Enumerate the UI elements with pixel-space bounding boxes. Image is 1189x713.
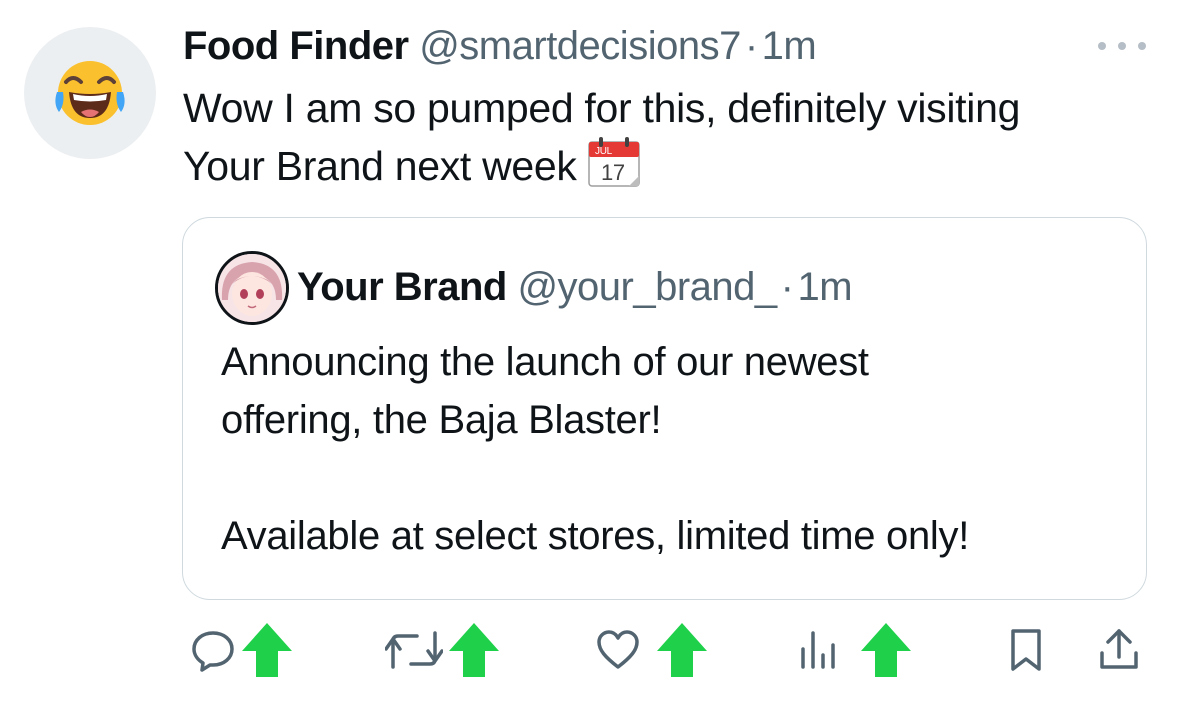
author-name[interactable]: Food Finder	[183, 24, 409, 68]
quote-text-line: Available at select stores, limited time…	[221, 514, 970, 558]
quote-text: Announcing the launch of our newest offe…	[221, 333, 1121, 565]
views-button[interactable]	[795, 620, 913, 680]
views-icon	[801, 631, 835, 669]
share-button[interactable]	[1096, 620, 1142, 680]
quoted-tweet-card[interactable]: Your Brand @your_brand_ · 1m Announcing th…	[182, 217, 1147, 600]
tweet-text-line: Your Brand next week	[183, 143, 577, 189]
like-button[interactable]	[595, 620, 709, 680]
more-dot-icon	[1098, 42, 1106, 50]
heart-icon	[597, 630, 639, 669]
green-up-arrow-icon	[861, 623, 911, 677]
green-up-arrow-icon	[657, 623, 707, 677]
more-dot-icon	[1138, 42, 1146, 50]
author-handle[interactable]: @smartdecisions7	[419, 24, 741, 68]
tweet-time[interactable]: 1m	[762, 24, 817, 68]
quote-author-handle[interactable]: @your_brand_	[517, 265, 777, 309]
share-icon	[1100, 629, 1138, 669]
laughing-tears-emoji-icon	[55, 61, 125, 125]
tweet-text: Wow I am so pumped for this, definitely …	[183, 80, 1173, 202]
quote-text-line: offering, the Baja Blaster!	[221, 398, 662, 442]
quote-header: Your Brand @your_brand_ · 1m	[297, 262, 853, 312]
quote-author-name[interactable]: Your Brand	[297, 265, 507, 309]
action-bar	[0, 620, 1189, 680]
quote-time[interactable]: 1m	[798, 265, 853, 309]
more-options-button[interactable]	[1098, 29, 1146, 63]
quote-avatar[interactable]	[215, 251, 289, 325]
repost-icon	[385, 631, 443, 669]
author-avatar[interactable]	[24, 27, 156, 159]
reply-icon	[192, 631, 234, 672]
green-up-arrow-icon	[242, 623, 292, 677]
calendar-month: JUL	[595, 146, 613, 157]
separator-dot: ·	[780, 265, 794, 309]
tweet-text-line: Wow I am so pumped for this, definitely …	[183, 85, 1021, 131]
anime-avatar-icon	[218, 254, 286, 322]
green-up-arrow-icon	[449, 623, 499, 677]
tweet-header: Food Finder @smartdecisions7 · 1m	[183, 22, 817, 70]
separator-dot: ·	[744, 24, 758, 68]
tweet-text-line-2: Your Brand next week JUL 17	[183, 136, 1173, 202]
more-dot-icon	[1118, 42, 1126, 50]
reply-button[interactable]	[190, 620, 294, 680]
calendar-icon: JUL 17	[587, 136, 643, 202]
repost-button[interactable]	[385, 620, 501, 680]
calendar-day: 17	[601, 160, 625, 185]
bookmark-button[interactable]	[1003, 620, 1049, 680]
bookmark-icon	[1011, 629, 1041, 671]
quote-text-line: Announcing the launch of our newest	[221, 340, 869, 384]
